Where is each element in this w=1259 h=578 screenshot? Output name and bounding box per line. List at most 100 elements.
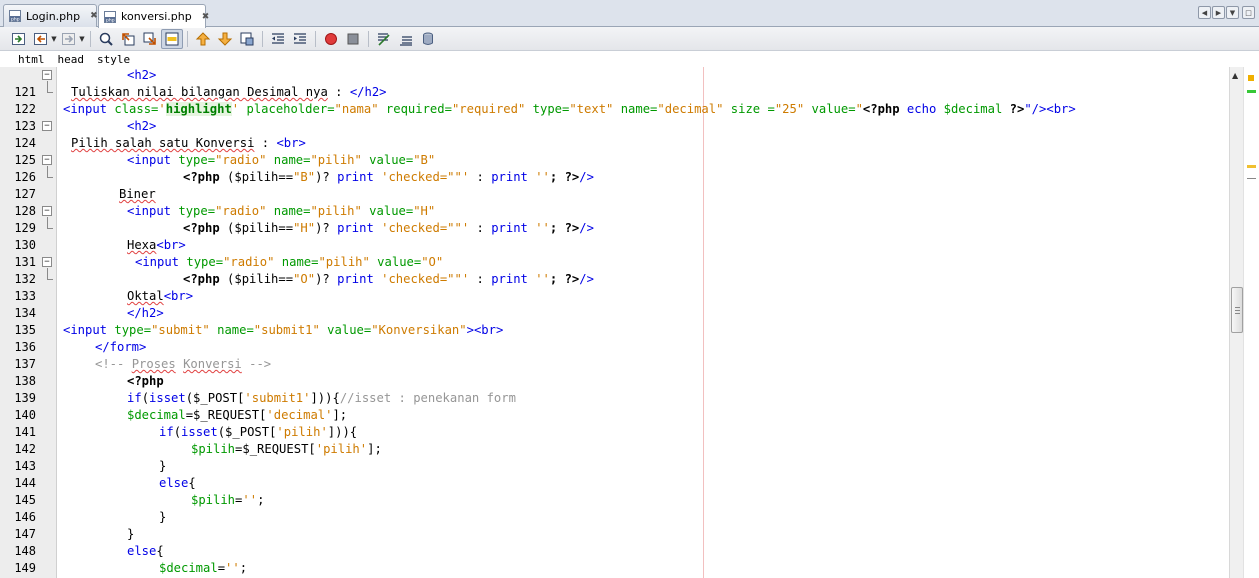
code-line: 136 <input type="submit" name="submit1" … bbox=[0, 322, 1229, 354]
tab-login-php[interactable]: php Login.php ✖ bbox=[3, 4, 98, 27]
last-edit-icon[interactable] bbox=[8, 29, 30, 49]
scroll-tabs-left-icon[interactable]: ◀ bbox=[1198, 6, 1211, 19]
grip-line bbox=[1235, 310, 1240, 311]
attr-name: value= bbox=[361, 204, 414, 218]
code-line: 132 − <input type="radio" name="pilih" v… bbox=[0, 254, 1229, 286]
back-icon[interactable] bbox=[30, 29, 52, 49]
tab-konversi-php[interactable]: php konversi.php ✖ bbox=[98, 4, 209, 28]
attr-value: "O" bbox=[421, 255, 444, 269]
breadcrumb-item-style[interactable]: style bbox=[97, 53, 130, 66]
attr-value: ' bbox=[158, 102, 166, 116]
php-expression: : bbox=[469, 272, 492, 286]
attr-value: "H" bbox=[413, 204, 436, 218]
toggle-bookmark-icon[interactable] bbox=[236, 29, 258, 49]
fold-guide-line bbox=[47, 166, 48, 178]
line-text: <input type="radio" name="pilih" value="… bbox=[127, 203, 435, 220]
code-line: 121 − <h2> bbox=[0, 67, 1229, 99]
start-macro-recording-icon[interactable] bbox=[320, 29, 342, 49]
occurrence-mark[interactable] bbox=[1247, 90, 1256, 93]
php-keyword: print bbox=[337, 221, 374, 235]
maximize-window-icon[interactable]: □ bbox=[1242, 6, 1255, 19]
code-line: 149 else{ bbox=[0, 543, 1229, 575]
php-expression: { bbox=[188, 476, 196, 490]
line-text: <h2> bbox=[127, 118, 156, 135]
forward-icon[interactable] bbox=[58, 29, 80, 49]
fold-collapse-icon[interactable]: − bbox=[42, 155, 52, 165]
attr-name: value= bbox=[804, 102, 856, 116]
shift-line-right-icon[interactable] bbox=[289, 29, 311, 49]
toolbar-separator bbox=[368, 30, 369, 47]
vertical-scrollbar[interactable]: ▲ bbox=[1229, 67, 1243, 578]
php-variable: $decimal bbox=[159, 561, 218, 575]
attr-value: "B" bbox=[413, 153, 436, 167]
find-selection-icon[interactable] bbox=[95, 29, 117, 49]
php-string: "O" bbox=[293, 272, 316, 286]
code-editor[interactable]: 121 − <h2> 122 Tuliskan nilai bilangan D… bbox=[0, 67, 1229, 578]
php-string: 'submit1' bbox=[244, 391, 311, 405]
breadcrumb-item-html[interactable]: html bbox=[18, 53, 45, 66]
find-previous-icon[interactable] bbox=[117, 29, 139, 49]
fold-collapse-icon[interactable]: − bbox=[42, 121, 52, 131]
editor-toolbar: ▼ ▼ bbox=[0, 27, 1259, 51]
attr-value: "pilih" bbox=[310, 204, 362, 218]
attr-name: type= bbox=[171, 153, 216, 167]
warning-mark[interactable] bbox=[1247, 165, 1256, 168]
next-bookmark-icon[interactable] bbox=[214, 29, 236, 49]
attr-value: "radio" bbox=[223, 255, 275, 269]
php-delimiter: <?php bbox=[183, 272, 220, 286]
fold-collapse-icon[interactable]: − bbox=[42, 206, 52, 216]
scroll-tabs-right-icon[interactable]: ▶ bbox=[1212, 6, 1225, 19]
line-text: </form> bbox=[95, 339, 146, 356]
line-text: <?php ($pilih=="H")? print 'checked=""' … bbox=[183, 220, 594, 237]
fold-collapse-icon[interactable]: − bbox=[42, 257, 52, 267]
show-opened-documents-icon[interactable]: ▼ bbox=[1226, 6, 1239, 19]
warning-status-icon[interactable] bbox=[1248, 75, 1254, 81]
code-line: 144 } bbox=[0, 458, 1229, 490]
uncomment-icon[interactable] bbox=[395, 29, 417, 49]
comment-icon[interactable] bbox=[373, 29, 395, 49]
stop-macro-recording-icon[interactable] bbox=[342, 29, 364, 49]
html-tag: <br> bbox=[163, 289, 194, 303]
attr-value: "radio" bbox=[215, 204, 267, 218]
scroll-up-icon[interactable]: ▲ bbox=[1232, 71, 1238, 80]
php-keyword: print bbox=[337, 170, 374, 184]
php-keyword: if bbox=[159, 425, 174, 439]
fold-collapse-icon[interactable]: − bbox=[42, 70, 52, 80]
php-delimiter: ; ?> bbox=[549, 272, 580, 286]
code-line: 148 } bbox=[0, 526, 1229, 558]
close-tab-icon[interactable]: ✖ bbox=[202, 12, 210, 22]
code-line: 125 Pilih salah satu Konversi : <br> bbox=[0, 135, 1229, 167]
grip-line bbox=[1235, 307, 1240, 308]
scrollbar-thumb[interactable] bbox=[1231, 287, 1243, 333]
text-content: Biner bbox=[119, 187, 156, 201]
html-tag: ><br> bbox=[466, 323, 504, 337]
php-string: 'checked=""' bbox=[373, 272, 470, 286]
php-keyword: print bbox=[491, 221, 528, 235]
php-expression: { bbox=[156, 544, 164, 558]
php-keyword: else bbox=[159, 476, 189, 490]
shift-line-left-icon[interactable] bbox=[267, 29, 289, 49]
highlighted-word: highlight bbox=[165, 102, 232, 116]
attr-value: "radio" bbox=[215, 153, 267, 167]
previous-bookmark-icon[interactable] bbox=[192, 29, 214, 49]
text-content: Tuliskan nilai bilangan Desimal nya bbox=[71, 85, 328, 99]
find-next-icon[interactable] bbox=[139, 29, 161, 49]
caret-position-mark[interactable] bbox=[1247, 178, 1256, 179]
line-text: Hexa<br> bbox=[127, 237, 186, 254]
close-tab-icon[interactable]: ✖ bbox=[90, 11, 98, 21]
php-keyword: print bbox=[491, 272, 528, 286]
code-line: 122 Tuliskan nilai bilangan Desimal nya … bbox=[0, 84, 1229, 116]
code-line: 147 } bbox=[0, 509, 1229, 541]
code-line: 142 if(isset($_POST['pilih'])){ bbox=[0, 424, 1229, 456]
html-tag: </h2> bbox=[127, 306, 164, 320]
attr-name: value= bbox=[369, 255, 422, 269]
error-stripe[interactable] bbox=[1243, 67, 1259, 578]
toggle-highlight-search-icon[interactable] bbox=[161, 28, 183, 49]
line-text: } bbox=[159, 509, 166, 526]
breadcrumb-item-head[interactable]: head bbox=[58, 53, 85, 66]
toolbar-separator bbox=[90, 30, 91, 47]
php-expression: ; bbox=[257, 493, 265, 507]
database-icon[interactable] bbox=[417, 29, 439, 49]
html-tag: <br> bbox=[276, 136, 306, 150]
html-tag: /> bbox=[579, 170, 594, 184]
